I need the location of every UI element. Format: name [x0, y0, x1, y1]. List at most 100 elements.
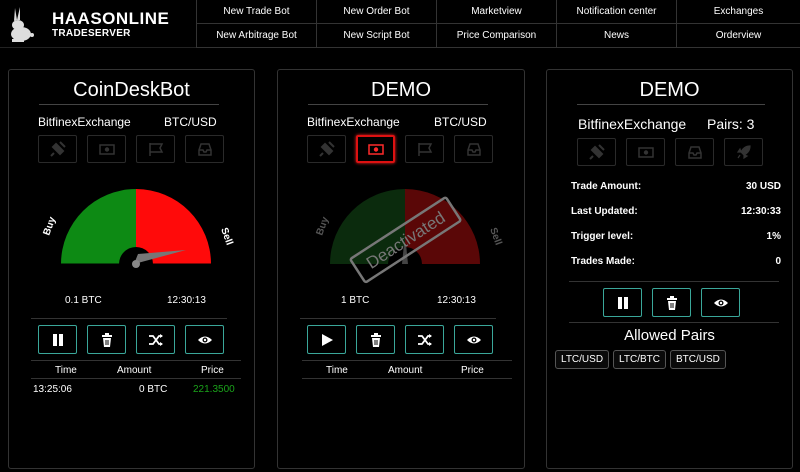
bot-name: DEMO — [639, 79, 700, 101]
stat-value: 1% — [766, 231, 781, 242]
gauge-buy-label: Buy — [41, 215, 58, 237]
pair-badge-ltc-btc[interactable]: LTC/BTC — [613, 350, 666, 369]
nav-exchanges[interactable]: Exchanges — [676, 0, 800, 24]
status-icons — [38, 135, 224, 163]
nav-notification-center[interactable]: Notification center — [556, 0, 676, 24]
nav-new-arbitrage-bot[interactable]: New Arbitrage Bot — [196, 24, 316, 48]
divider — [31, 378, 241, 379]
bot-panel-demo: DEMO BitfinexExchange BTC/USD Buy Sell D… — [277, 69, 525, 469]
delete-button[interactable] — [356, 325, 395, 354]
divider — [302, 378, 512, 379]
stat-row: Trade Amount: 30 USD — [571, 181, 781, 206]
col-price: Price — [461, 365, 484, 376]
pause-button[interactable] — [603, 288, 642, 317]
gauge-sell-label: Sell — [218, 226, 234, 247]
exchange-label: BitfinexExchange — [307, 115, 400, 129]
bot-controls — [307, 325, 493, 354]
play-button[interactable] — [307, 325, 346, 354]
stat-label: Trade Amount: — [571, 181, 642, 192]
plug-icon — [307, 135, 346, 163]
nav-marketview[interactable]: Marketview — [436, 0, 556, 24]
nav-orderview[interactable]: Orderview — [676, 24, 800, 48]
divider — [300, 318, 496, 319]
stat-row: Trigger level: 1% — [571, 231, 781, 256]
time-value: 12:30:13 — [437, 295, 476, 306]
inbox-icon — [454, 135, 493, 163]
delete-button[interactable] — [652, 288, 691, 317]
bot-controls — [603, 288, 740, 317]
view-button[interactable] — [701, 288, 740, 317]
nav-new-script-bot[interactable]: New Script Bot — [316, 24, 436, 48]
brand-subtitle: TRADESERVER — [52, 28, 131, 39]
brand-logo[interactable]: HAASONLINE TRADESERVER — [0, 0, 196, 48]
shuffle-button[interactable] — [405, 325, 444, 354]
inbox-icon — [185, 135, 224, 163]
view-button[interactable] — [185, 325, 224, 354]
divider — [39, 104, 219, 105]
pair-label: BTC/USD — [434, 115, 487, 129]
stat-value: 30 USD — [745, 181, 781, 192]
bot-name: CoinDeskBot — [73, 79, 190, 101]
plug-icon — [577, 138, 616, 166]
allowed-pairs-list: LTC/USD LTC/BTC BTC/USD — [555, 350, 726, 369]
view-button[interactable] — [454, 325, 493, 354]
arbitrage-stats: Trade Amount: 30 USD Last Updated: 12:30… — [571, 181, 781, 281]
nav-news[interactable]: News — [556, 24, 676, 48]
top-header: HAASONLINE TRADESERVER New Trade Bot New… — [0, 0, 800, 48]
trade-table-header: Time Amount Price — [55, 365, 224, 376]
shuffle-button[interactable] — [136, 325, 175, 354]
col-price: Price — [201, 365, 224, 376]
trash-icon — [666, 295, 677, 310]
amount-value: 0.1 BTC — [65, 295, 102, 306]
buy-sell-gauge: Buy Sell — [41, 189, 235, 281]
allowed-pairs-title: Allowed Pairs — [624, 327, 715, 344]
rabbit-icon — [11, 7, 34, 42]
bot-panel-demo-arbitrage: DEMO BitfinexExchange Pairs: 3 Trade Amo… — [546, 69, 793, 469]
money-icon — [87, 135, 126, 163]
pair-label: BTC/USD — [164, 115, 217, 129]
pause-button[interactable] — [38, 325, 77, 354]
stat-value: 0 — [775, 256, 781, 267]
trash-icon — [101, 332, 112, 347]
nav-price-comparison[interactable]: Price Comparison — [436, 24, 556, 48]
divider — [569, 281, 779, 282]
pause-icon — [52, 333, 63, 346]
pair-badge-btc-usd[interactable]: BTC/USD — [669, 350, 726, 369]
rocket-icon — [724, 138, 763, 166]
eye-icon — [713, 299, 728, 306]
flag-icon — [405, 135, 444, 163]
pairs-count-label: Pairs: 3 — [707, 116, 755, 132]
eye-icon — [197, 336, 212, 343]
shuffle-icon — [417, 333, 432, 346]
shuffle-icon — [148, 333, 163, 346]
amount-value: 1 BTC — [341, 295, 370, 306]
pause-icon — [617, 296, 628, 309]
table-row: 13:25:06 0 BTC 221.3500 — [33, 384, 235, 395]
bot-panel-coindeskbot: CoinDeskBot BitfinexExchange BTC/USD Buy… — [8, 69, 255, 469]
divider — [302, 360, 512, 361]
stat-row: Last Updated: 12:30:33 — [571, 206, 781, 231]
divider — [569, 322, 779, 323]
flag-icon — [136, 135, 175, 163]
delete-button[interactable] — [87, 325, 126, 354]
pair-badge-ltc-usd[interactable]: LTC/USD — [555, 350, 610, 369]
stat-label: Trigger level: — [571, 231, 634, 242]
trade-price: 221.3500 — [193, 384, 235, 395]
nav-new-order-bot[interactable]: New Order Bot — [316, 0, 436, 24]
trade-time: 13:25:06 — [33, 384, 72, 395]
divider — [31, 318, 227, 319]
bot-controls — [38, 325, 224, 354]
bot-name: DEMO — [371, 79, 431, 101]
col-time: Time — [326, 365, 348, 376]
stat-row: Trades Made: 0 — [571, 256, 781, 281]
inbox-icon — [675, 138, 714, 166]
trade-table-header: Time Amount Price — [326, 365, 484, 376]
col-amount: Amount — [117, 365, 152, 376]
money-icon — [356, 135, 395, 163]
col-time: Time — [55, 365, 77, 376]
buy-sell-gauge: Buy Sell Deactivated — [314, 189, 504, 284]
status-icons — [307, 135, 493, 163]
nav-new-trade-bot[interactable]: New Trade Bot — [196, 0, 316, 24]
stat-label: Trades Made: — [571, 256, 635, 267]
play-icon — [321, 333, 333, 346]
